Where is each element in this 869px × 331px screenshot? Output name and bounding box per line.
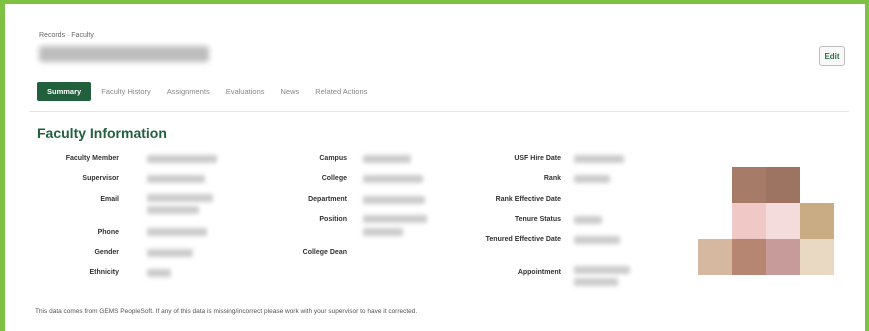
photo-pixel xyxy=(800,239,834,275)
value-position-redacted xyxy=(363,215,427,223)
label-phone: Phone xyxy=(97,229,119,236)
label-rank: Rank xyxy=(543,175,561,182)
photo-pixel xyxy=(732,239,766,275)
label-rank-effective-date: Rank Effective Date xyxy=(495,196,561,203)
faculty-photo-pixelated xyxy=(698,167,834,277)
label-supervisor: Supervisor xyxy=(82,175,119,182)
value-department-redacted xyxy=(363,196,425,204)
tab-summary[interactable]: Summary xyxy=(37,82,92,101)
section-title: Faculty Information xyxy=(37,125,167,141)
value-tenure-status-redacted xyxy=(574,216,602,224)
photo-pixel xyxy=(766,203,800,239)
value-supervisor-redacted xyxy=(147,175,205,183)
tab-news[interactable]: News xyxy=(281,83,300,100)
value-position-redacted-line2 xyxy=(363,228,403,236)
label-tenure-status: Tenure Status xyxy=(514,216,561,223)
tab-related-actions[interactable]: Related Actions xyxy=(315,83,367,100)
person-name-redacted xyxy=(39,46,209,62)
photo-pixel xyxy=(732,203,766,239)
breadcrumb[interactable]: Records · Faculty xyxy=(39,32,94,39)
value-gender-redacted xyxy=(147,249,193,257)
photo-pixel xyxy=(732,167,766,203)
value-appointment-redacted xyxy=(574,266,630,274)
tab-bar: Summary Faculty History Assignments Eval… xyxy=(37,82,383,101)
value-appointment-redacted-line2 xyxy=(574,278,618,286)
label-position: Position xyxy=(319,216,347,223)
label-ethnicity: Ethnicity xyxy=(89,269,119,276)
edit-button[interactable]: Edit xyxy=(819,46,845,66)
value-email-redacted xyxy=(147,194,213,202)
label-college: College xyxy=(321,175,347,182)
value-rank-redacted xyxy=(574,175,610,183)
footer-note: This data comes from GEMS PeopleSoft. If… xyxy=(35,308,418,315)
window-frame: Records · Faculty Edit Summary Faculty H… xyxy=(0,0,869,331)
value-faculty-member-redacted xyxy=(147,155,217,163)
label-tenured-effective-date: Tenured Effective Date xyxy=(485,236,561,243)
photo-pixel xyxy=(766,239,800,275)
label-appointment: Appointment xyxy=(517,269,561,276)
tab-divider xyxy=(29,111,849,112)
label-faculty-member: Faculty Member xyxy=(65,155,119,162)
value-phone-redacted xyxy=(147,228,207,236)
photo-pixel xyxy=(800,203,834,239)
label-department: Department xyxy=(308,196,347,203)
tab-evaluations[interactable]: Evaluations xyxy=(226,83,265,100)
value-email-redacted-line2 xyxy=(147,206,199,214)
value-hire-date-redacted xyxy=(574,155,624,163)
value-ethnicity-redacted xyxy=(147,269,171,277)
faculty-record-page: Records · Faculty Edit Summary Faculty H… xyxy=(29,26,849,326)
label-usf-hire-date: USF Hire Date xyxy=(514,155,561,162)
tab-assignments[interactable]: Assignments xyxy=(167,83,210,100)
label-campus: Campus xyxy=(319,155,347,162)
photo-pixel xyxy=(766,167,800,203)
value-campus-redacted xyxy=(363,155,411,163)
photo-pixel xyxy=(698,239,732,275)
value-college-redacted xyxy=(363,175,423,183)
label-gender: Gender xyxy=(94,249,119,256)
tab-faculty-history[interactable]: Faculty History xyxy=(101,83,151,100)
value-tenured-effective-date-redacted xyxy=(574,236,620,244)
label-college-dean: College Dean xyxy=(302,249,347,256)
label-email: Email xyxy=(100,196,119,203)
